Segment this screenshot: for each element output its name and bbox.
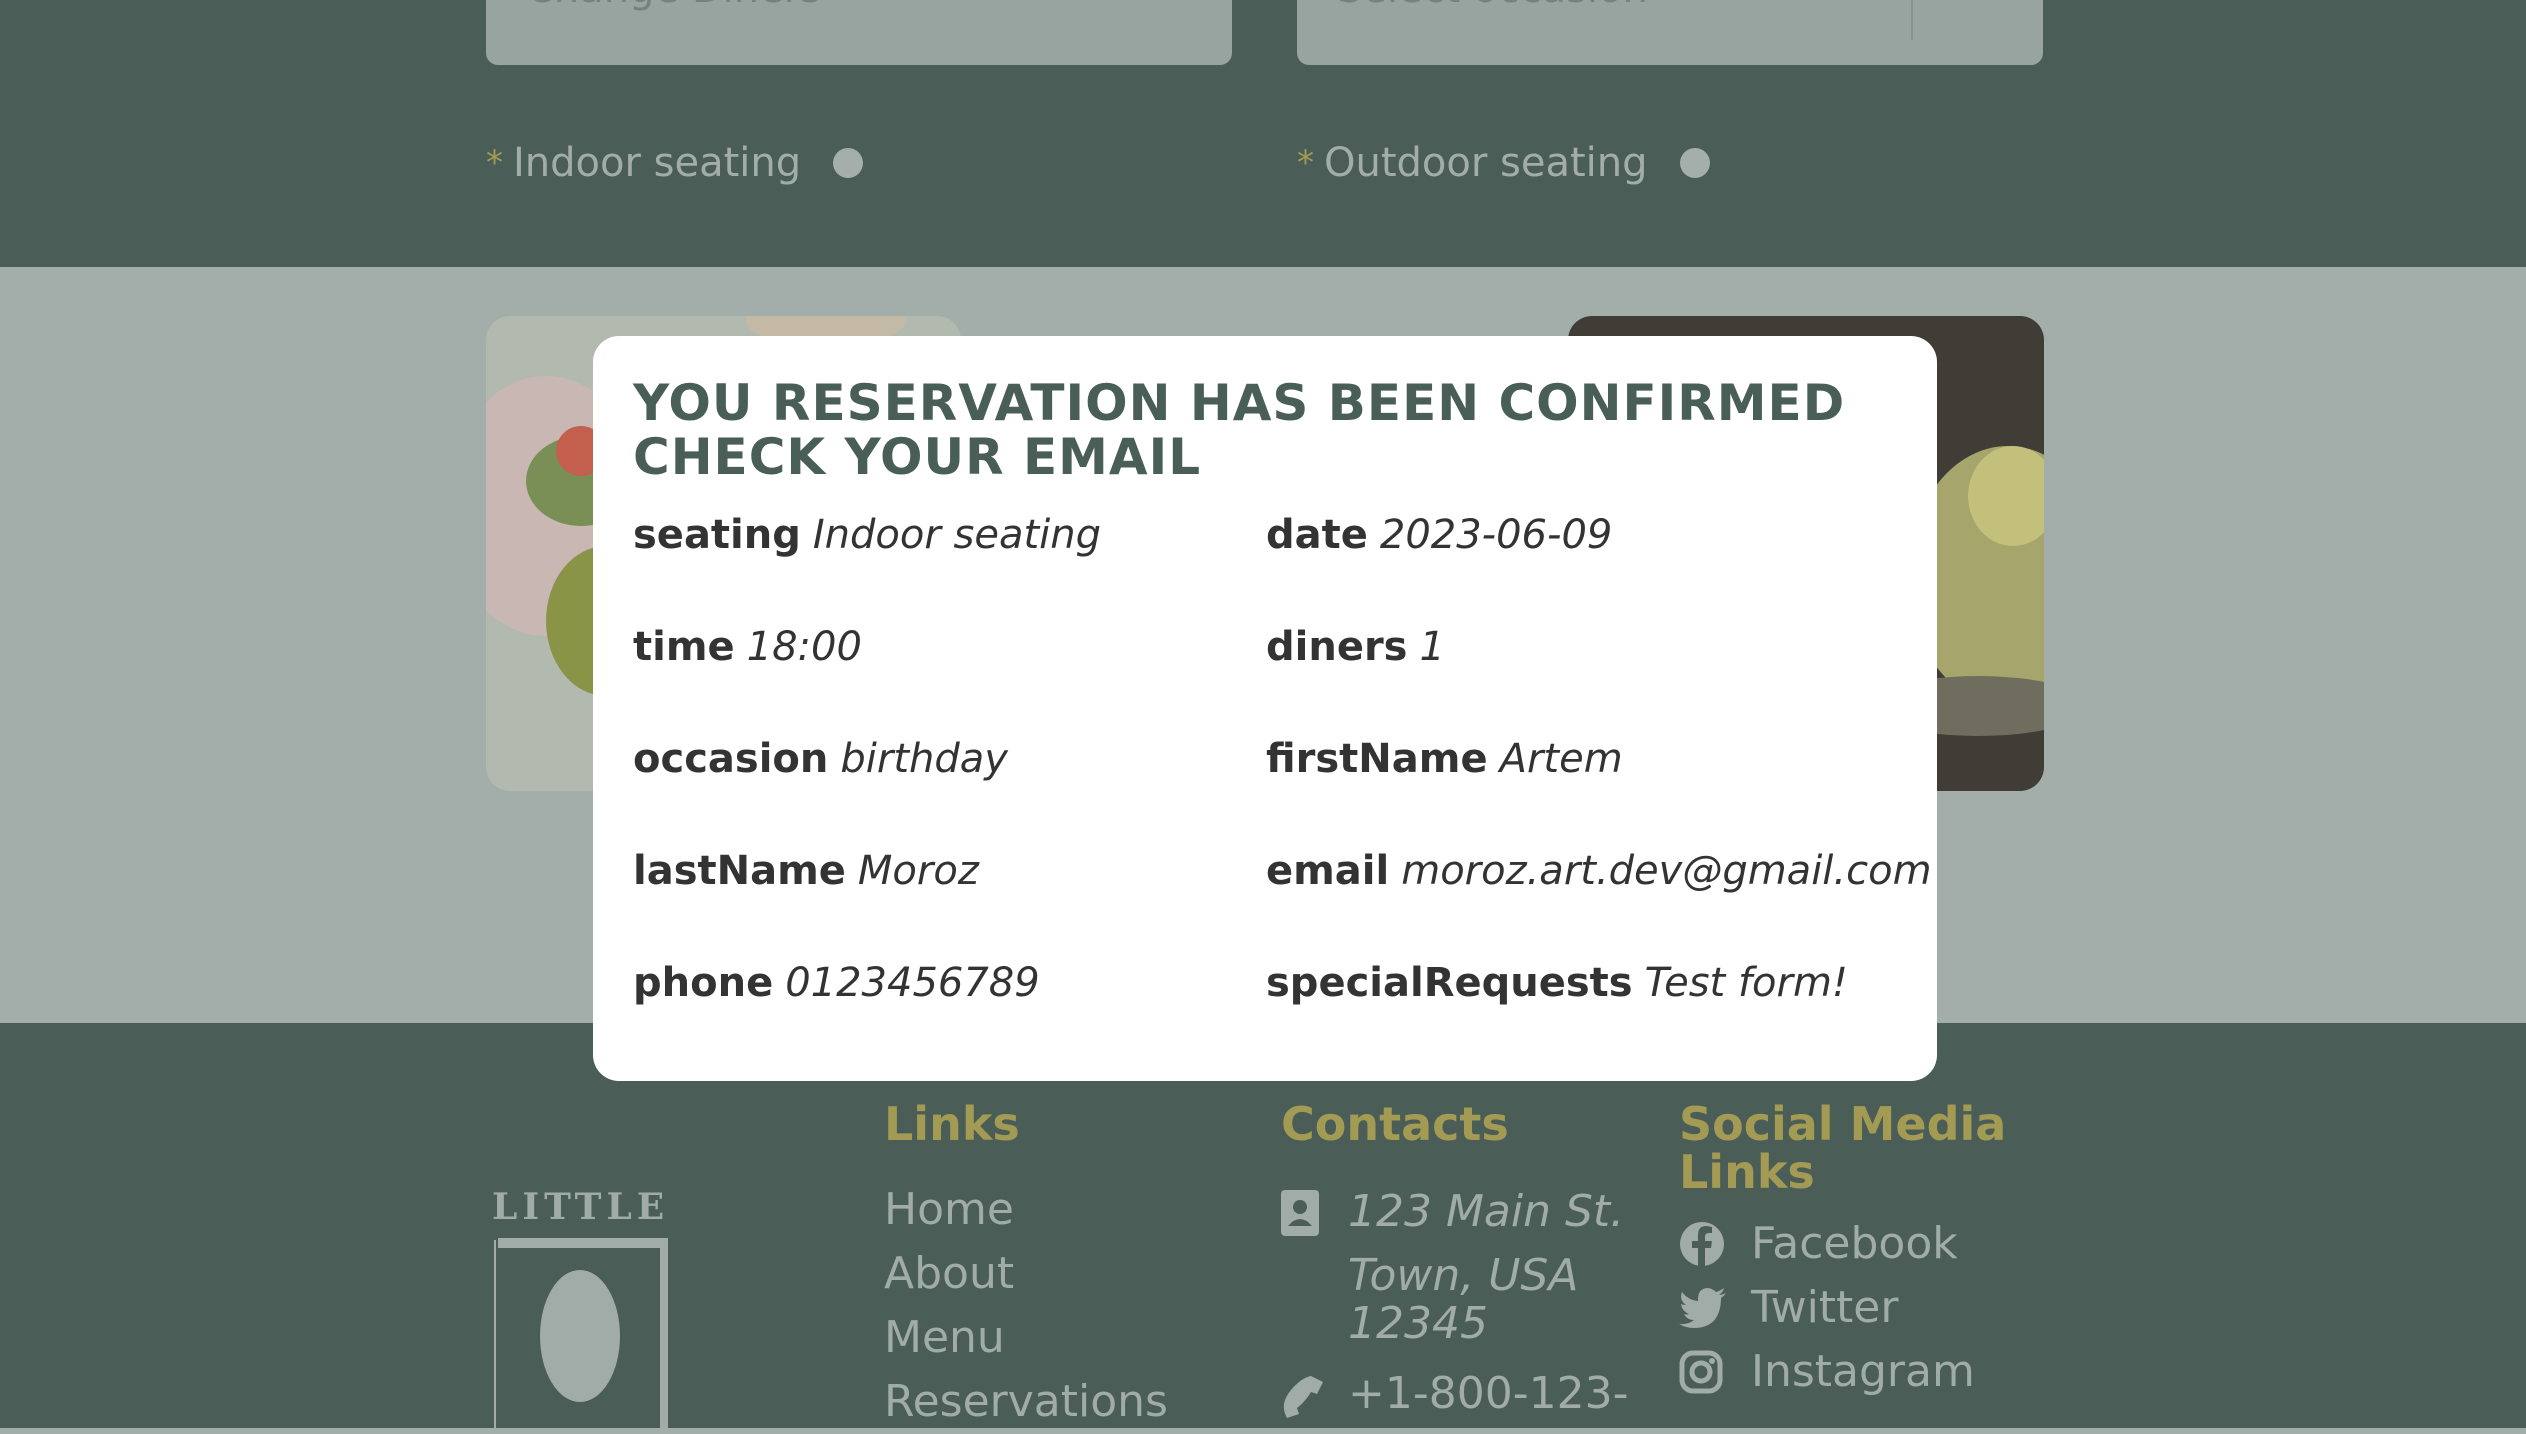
address-book-icon: [1281, 1190, 1319, 1236]
field-value: 1: [1419, 624, 1445, 670]
address-line-3: 12345: [1348, 1298, 1488, 1349]
radio-outdoor[interactable]: [1679, 148, 1710, 178]
field-time: time 18:00: [633, 624, 862, 670]
phone-icon: [1283, 1376, 1323, 1418]
field-phone: phone 0123456789: [633, 960, 1040, 1006]
footer-link-about[interactable]: About: [884, 1242, 1168, 1306]
field-key: email: [1266, 848, 1390, 894]
field-value: 2023-06-09: [1379, 512, 1613, 558]
twitter-icon: [1679, 1288, 1726, 1328]
social-link-twitter[interactable]: Twitter: [1679, 1276, 2006, 1340]
field-value: birthday: [840, 736, 1008, 782]
field-date: date 2023-06-09: [1266, 512, 1612, 558]
logo-text: LITTLE: [492, 1186, 670, 1228]
field-value: Indoor seating: [812, 512, 1102, 558]
modal-title-line-2: CHECK YOUR EMAIL: [633, 428, 1202, 486]
field-key: time: [633, 624, 735, 670]
select-divider: [1911, 0, 1913, 40]
social-label-facebook: Facebook: [1751, 1218, 1958, 1269]
social-heading-line-1: Social Media: [1679, 1097, 2007, 1151]
required-mark: *: [1297, 143, 1314, 183]
site-footer: [0, 1023, 2526, 1428]
social-label-instagram: Instagram: [1751, 1346, 1975, 1397]
field-value: Test form!: [1644, 960, 1848, 1006]
field-first-name: firstName Artem: [1266, 736, 1623, 782]
radio-outdoor-row[interactable]: * Outdoor seating: [1297, 140, 1710, 186]
field-key: specialRequests: [1266, 960, 1633, 1006]
radio-indoor-row[interactable]: * Indoor seating: [486, 140, 864, 186]
field-value: 0123456789: [785, 960, 1040, 1006]
radio-outdoor-label: Outdoor seating: [1324, 140, 1648, 186]
field-key: occasion: [633, 736, 829, 782]
field-key: date: [1266, 512, 1368, 558]
field-value: Moroz: [857, 848, 979, 894]
field-key: phone: [633, 960, 774, 1006]
social-label-twitter: Twitter: [1751, 1282, 1899, 1333]
field-key: seating: [633, 512, 801, 558]
contact-phone[interactable]: +1-800-123-: [1348, 1370, 1628, 1418]
diners-select[interactable]: Change Diners: [486, 0, 1232, 65]
address-line-2: Town, USA: [1348, 1250, 1579, 1301]
footer-link-home[interactable]: Home: [884, 1178, 1168, 1242]
footer-link-reservations[interactable]: Reservations: [884, 1370, 1168, 1434]
radio-indoor[interactable]: [833, 148, 864, 178]
footer-social-column: Social Media Links Facebook Twitter Inst…: [1679, 1100, 2006, 1404]
field-key: firstName: [1266, 736, 1488, 782]
footer-contacts-column: Contacts 123 Main St. Town, USA 12345 +1…: [1281, 1100, 1628, 1418]
field-diners: diners 1: [1266, 624, 1445, 670]
footer-link-menu[interactable]: Menu: [884, 1306, 1168, 1370]
occasion-select-value: Select occasion: [1337, 0, 1648, 12]
diners-select-value: Change Diners: [526, 0, 821, 12]
confirmation-modal[interactable]: YOU RESERVATION HAS BEEN CONFIRMED CHECK…: [593, 336, 1937, 1081]
social-link-facebook[interactable]: Facebook: [1679, 1212, 2006, 1276]
address-line-1: 123 Main St.: [1348, 1186, 1625, 1237]
field-special-requests: specialRequests Test form!: [1266, 960, 1848, 1006]
social-link-instagram[interactable]: Instagram: [1679, 1340, 2006, 1404]
radio-indoor-label: Indoor seating: [513, 140, 802, 186]
field-seating: seating Indoor seating: [633, 512, 1101, 558]
field-value: Artem: [1499, 736, 1623, 782]
social-heading: Social Media Links: [1679, 1100, 2006, 1196]
social-heading-line-2: Links: [1679, 1145, 1815, 1199]
contacts-heading: Contacts: [1281, 1097, 1509, 1151]
required-mark: *: [486, 143, 503, 183]
field-key: diners: [1266, 624, 1408, 670]
address-block: 123 Main St. Town, USA 12345: [1281, 1188, 1628, 1348]
field-last-name: lastName Moroz: [633, 848, 979, 894]
lemon-logo-icon: [494, 1238, 668, 1428]
links-heading: Links: [884, 1097, 1020, 1151]
footer-logo[interactable]: LITTLE: [492, 1186, 672, 1428]
modal-title: YOU RESERVATION HAS BEEN CONFIRMED CHECK…: [633, 376, 1893, 484]
field-key: lastName: [633, 848, 846, 894]
phone-block: +1-800-123-: [1281, 1370, 1628, 1418]
field-value: 18:00: [746, 624, 862, 670]
occasion-select[interactable]: Select occasion: [1297, 0, 2043, 65]
field-occasion: occasion birthday: [633, 736, 1008, 782]
instagram-icon: [1679, 1350, 1723, 1394]
reservation-form-section: Change Diners Select occasion * Indoor s…: [0, 0, 2526, 267]
field-value: moroz.art.dev@gmail.com: [1401, 848, 1932, 894]
field-email: email moroz.art.dev@gmail.com: [1266, 848, 1932, 894]
facebook-icon: [1680, 1222, 1724, 1267]
modal-title-line-1: YOU RESERVATION HAS BEEN CONFIRMED: [633, 374, 1846, 432]
footer-links-column: Links Home About Menu Reservations: [884, 1100, 1168, 1434]
